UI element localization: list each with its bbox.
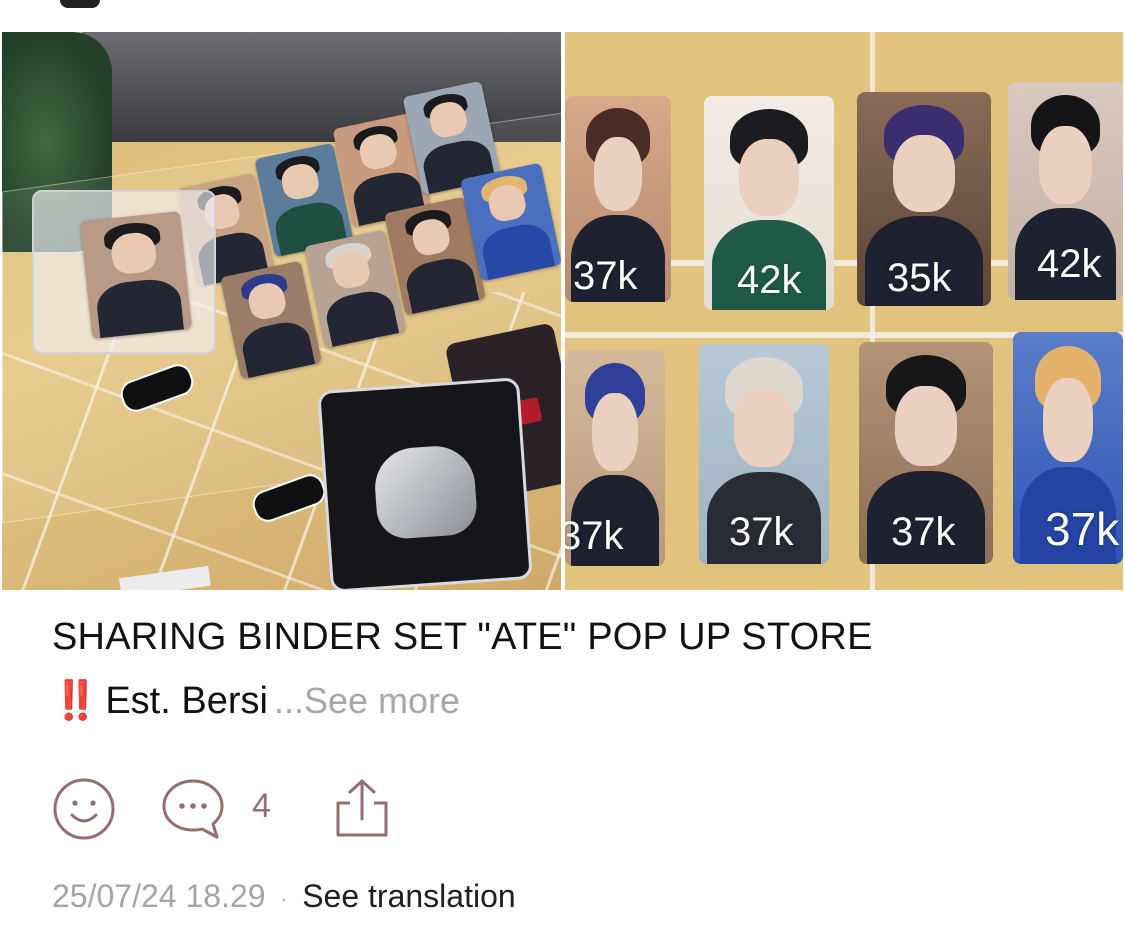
photo-open-binder	[32, 190, 216, 354]
post-meta: 25/07/24 18.29 · See translation	[52, 878, 516, 915]
post-page: 37k 42k 35k 42k 37k 37k 37k 37k SHARING …	[0, 0, 1125, 927]
post-timestamp: 25/07/24 18.29	[52, 878, 266, 914]
photo-binder-display[interactable]	[2, 32, 561, 590]
photo-gallery[interactable]: 37k 42k 35k 42k 37k 37k 37k 37k	[2, 32, 1123, 590]
price-label: 37k	[729, 510, 794, 554]
smiley-icon[interactable]	[52, 777, 116, 846]
post-actions: 4	[52, 777, 552, 841]
price-label: 35k	[887, 256, 952, 300]
post-snippet: Est. Bersi	[105, 680, 268, 722]
price-label: 37k	[573, 254, 638, 298]
photo-dark-binder	[317, 377, 533, 590]
price-label: 37k	[891, 510, 956, 554]
price-label: 42k	[737, 258, 802, 302]
price-label: 42k	[1037, 242, 1102, 286]
share-icon[interactable]	[332, 777, 392, 846]
see-more-link[interactable]: ...See more	[274, 680, 460, 721]
see-translation-link[interactable]: See translation	[302, 878, 515, 914]
photocard	[80, 211, 192, 339]
price-label: 37k	[1045, 503, 1120, 555]
photo-price-list[interactable]: 37k 42k 35k 42k 37k 37k 37k 37k	[565, 32, 1123, 590]
meta-separator: ·	[279, 883, 289, 913]
comment-count[interactable]: 4	[252, 787, 271, 826]
price-label: 37k	[565, 514, 624, 558]
comment-bubble-icon[interactable]	[160, 777, 226, 846]
post-title: SHARING BINDER SET "ATE" POP UP STORE	[52, 616, 873, 658]
post-snippet-line: ‼️ Est. Bersi ...See more	[52, 679, 1092, 723]
avatar-clip	[60, 0, 100, 8]
double-exclamation-icon: ‼️	[52, 680, 99, 722]
